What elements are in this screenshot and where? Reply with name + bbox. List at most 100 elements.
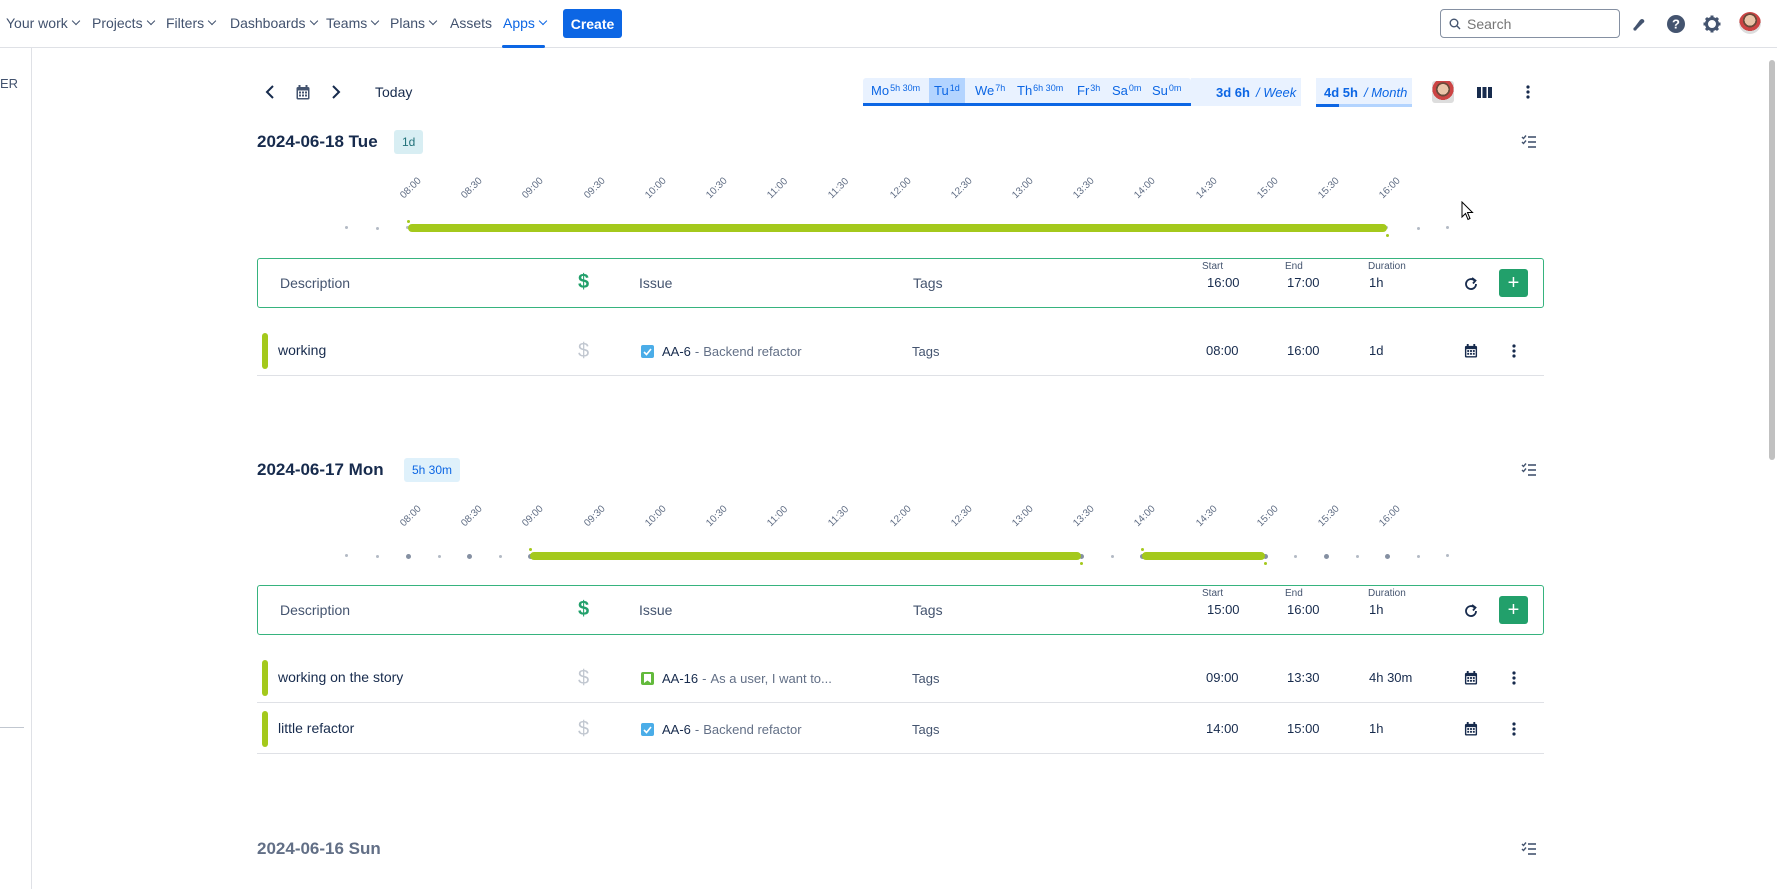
entry-duration[interactable]: 4h 30m	[1369, 670, 1412, 685]
checklist-icon[interactable]	[1521, 135, 1537, 149]
issue-separator: -	[702, 671, 707, 686]
timeline-worklog-bar[interactable]	[530, 552, 1082, 560]
day-title: 2024-06-18 Tue	[257, 132, 378, 151]
board-view-icon[interactable]	[1476, 84, 1492, 100]
row-more-icon[interactable]	[1512, 671, 1516, 685]
previous-chevron-icon[interactable]	[262, 84, 278, 100]
entry-start[interactable]: 14:00	[1206, 721, 1239, 736]
nav-label: Projects	[92, 15, 143, 31]
add-entry-plus-icon[interactable]: +	[1499, 596, 1528, 624]
billable-dollar-icon[interactable]: $	[578, 340, 589, 363]
entry-start[interactable]: 08:00	[1206, 343, 1239, 358]
description-field[interactable]: Description	[280, 602, 350, 618]
add-entry-plus-icon[interactable]: +	[1499, 269, 1528, 297]
entry-duration[interactable]: 1h	[1369, 721, 1383, 736]
day-chip-tuesday[interactable]: Tu 1d	[929, 78, 965, 103]
table-row[interactable]: working $ AA-6 - Backend refactor Tags 0…	[257, 326, 1544, 376]
day-chip-thursday[interactable]: Th 6h 30m	[1017, 78, 1063, 103]
table-row[interactable]: little refactor $ AA-6 - Backend refacto…	[257, 704, 1544, 754]
nav-teams[interactable]: Teams	[326, 15, 380, 31]
timeline-worklog-bar[interactable]	[1142, 552, 1265, 560]
row-more-icon[interactable]	[1512, 722, 1516, 736]
refresh-icon[interactable]	[1464, 604, 1478, 618]
day-chip-wednesday[interactable]: We 7h	[975, 78, 1005, 103]
entry-tags[interactable]: Tags	[912, 722, 939, 737]
start-input[interactable]: 15:00	[1207, 602, 1240, 617]
entry-end[interactable]: 13:30	[1287, 670, 1320, 685]
help-icon[interactable]: ?	[1665, 13, 1687, 35]
nav-filters[interactable]: Filters	[166, 15, 217, 31]
more-options-icon[interactable]	[1520, 84, 1536, 100]
timeline-tick-label: 08:00	[398, 503, 424, 529]
nav-plans[interactable]: Plans	[390, 15, 438, 31]
refresh-icon[interactable]	[1464, 277, 1478, 291]
day-chip-sunday[interactable]: Su 0m	[1152, 78, 1181, 103]
timeline-bar-start-marker	[407, 220, 410, 223]
notifications-icon[interactable]	[1628, 13, 1650, 35]
create-button[interactable]: Create	[563, 9, 622, 38]
end-input[interactable]: 17:00	[1287, 275, 1320, 290]
entry-issue[interactable]: AA-6 - Backend refactor	[641, 344, 802, 359]
table-row[interactable]: working on the story $ AA-16 - As a user…	[257, 653, 1544, 703]
entry-end[interactable]: 16:00	[1287, 343, 1320, 358]
day-label: Th	[1017, 83, 1033, 98]
calendar-icon[interactable]	[1464, 671, 1478, 685]
description-field[interactable]: Description	[280, 275, 350, 291]
end-input[interactable]: 16:00	[1287, 602, 1320, 617]
day-total-badge: 5h 30m	[404, 458, 461, 482]
calendar-icon[interactable]	[1464, 722, 1478, 736]
user-avatar[interactable]	[1739, 12, 1761, 34]
timeline-worklog-bar[interactable]	[408, 224, 1388, 232]
checklist-icon[interactable]	[1521, 842, 1537, 856]
tags-field[interactable]: Tags	[913, 275, 943, 291]
scrollbar[interactable]	[1769, 60, 1775, 460]
nav-your-work[interactable]: Your work	[6, 15, 80, 31]
issue-field[interactable]: Issue	[639, 602, 672, 618]
nav-assets[interactable]: Assets	[450, 15, 492, 31]
nav-dashboards[interactable]: Dashboards	[230, 15, 318, 31]
start-input[interactable]: 16:00	[1207, 275, 1240, 290]
entry-end[interactable]: 15:00	[1287, 721, 1320, 736]
entry-duration[interactable]: 1d	[1369, 343, 1383, 358]
chevron-down-icon	[71, 16, 80, 26]
next-chevron-icon[interactable]	[328, 84, 344, 100]
issue-field[interactable]: Issue	[639, 275, 672, 291]
entry-tags[interactable]: Tags	[912, 344, 939, 359]
day-hours: 0m	[1128, 82, 1142, 93]
entry-start[interactable]: 09:00	[1206, 670, 1239, 685]
nav-label: Filters	[166, 15, 205, 31]
billable-dollar-icon[interactable]: $	[578, 598, 589, 621]
billable-dollar-icon[interactable]: $	[578, 667, 589, 690]
row-more-icon[interactable]	[1512, 344, 1516, 358]
billable-dollar-icon[interactable]: $	[578, 271, 589, 294]
tags-field[interactable]: Tags	[913, 602, 943, 618]
timeline-dot	[1355, 555, 1359, 558]
nav-projects[interactable]: Projects	[92, 15, 155, 31]
search-box[interactable]	[1440, 9, 1620, 38]
today-button[interactable]: Today	[375, 84, 412, 100]
billable-dollar-icon[interactable]: $	[578, 718, 589, 741]
calendar-icon[interactable]	[1464, 344, 1478, 358]
chevron-down-icon	[146, 16, 155, 26]
search-input[interactable]	[1467, 15, 1607, 32]
timeline-dot	[1416, 227, 1420, 230]
entry-description[interactable]: working	[278, 342, 326, 358]
entry-issue[interactable]: AA-6 - Backend refactor	[641, 722, 802, 737]
duration-input[interactable]: 1h	[1369, 275, 1383, 290]
entry-tags[interactable]: Tags	[912, 671, 939, 686]
nav-apps[interactable]: Apps	[503, 15, 548, 31]
day-chip-saturday[interactable]: Sa 0m	[1112, 78, 1141, 103]
calendar-icon[interactable]	[295, 83, 311, 101]
user-avatar-filter[interactable]	[1432, 81, 1454, 103]
checklist-icon[interactable]	[1521, 463, 1537, 477]
duration-input[interactable]: 1h	[1369, 602, 1383, 617]
settings-gear-icon[interactable]	[1701, 13, 1723, 35]
entry-description[interactable]: working on the story	[278, 669, 403, 685]
chevron-down-icon	[370, 16, 380, 26]
entry-issue[interactable]: AA-16 - As a user, I want to...	[641, 671, 832, 686]
day-chip-monday[interactable]: Mo 5h 30m	[871, 78, 920, 103]
timeline-tick-label: 13:00	[1010, 503, 1036, 529]
story-icon	[641, 672, 654, 685]
day-chip-friday[interactable]: Fr 3h	[1077, 78, 1100, 103]
entry-description[interactable]: little refactor	[278, 720, 354, 736]
